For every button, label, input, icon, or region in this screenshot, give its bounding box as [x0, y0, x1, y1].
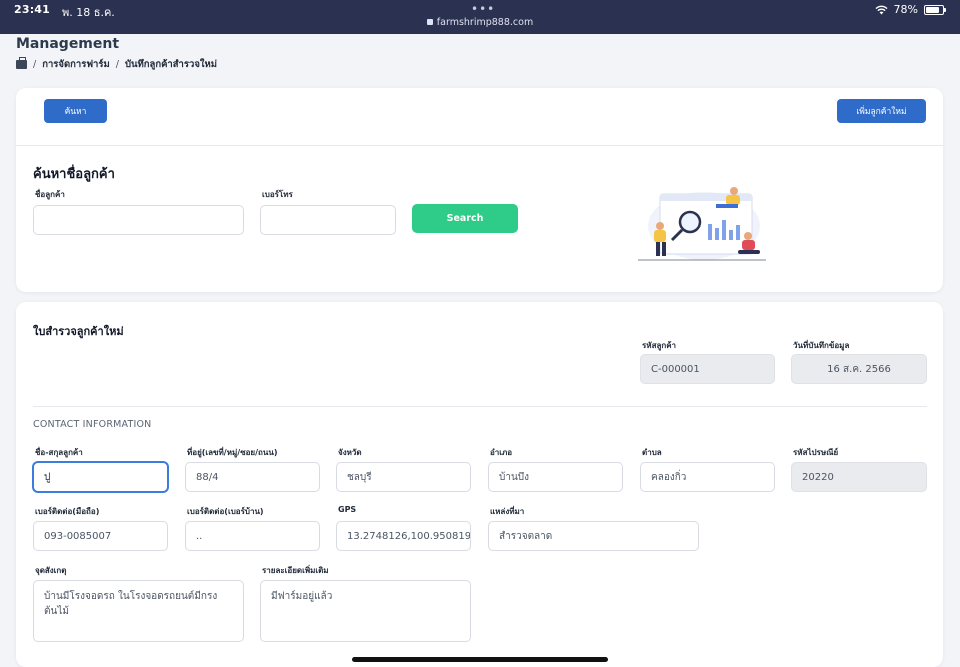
phone-label: เบอร์โทร — [262, 190, 293, 199]
gps-input[interactable]: 13.2748126,100.9508198 — [336, 521, 471, 551]
mobile-input[interactable]: 093-0085007 — [33, 521, 168, 551]
home-indicator[interactable] — [352, 657, 608, 662]
home-phone-label: เบอร์ติดต่อ(เบอร์บ้าน) — [187, 507, 264, 516]
search-button[interactable]: Search — [412, 204, 518, 233]
address-label: ที่อยู่(เลขที่/หมู่/ซอย/ถนน) — [187, 448, 278, 457]
gps-label: GPS — [338, 505, 357, 514]
subdistrict-label: ตำบล — [642, 448, 662, 457]
landmark-textarea[interactable]: บ้านมีโรงจอดรถ ในโรงจอดรถยนต์มีกรงต้นไม้ — [33, 580, 244, 642]
record-date-label: วันที่บันทึกข้อมูล — [793, 341, 850, 350]
district-input[interactable]: บ้านบึง — [488, 462, 623, 492]
divider — [33, 406, 927, 407]
mobile-label: เบอร์ติดต่อ(มือถือ) — [35, 507, 100, 516]
province-label: จังหวัด — [338, 448, 362, 457]
home-icon[interactable] — [16, 57, 27, 69]
subdistrict-input[interactable]: คลองกิ่ว — [640, 462, 775, 492]
source-input[interactable]: สำรวจตลาด — [488, 521, 699, 551]
contact-information-heading: CONTACT INFORMATION — [33, 419, 152, 430]
status-bar: 23:41 พ. 18 ธ.ค. ••• farmshrimp888.com 7… — [0, 0, 960, 34]
source-label: แหล่งที่มา — [490, 507, 525, 516]
form-title: ใบสำรวจลูกค้าใหม่ — [33, 325, 124, 338]
search-toggle-button[interactable]: ค้นหา — [44, 99, 107, 123]
notes-textarea[interactable]: มีฟาร์มอยู่แล้ว — [260, 580, 471, 642]
notes-label: รายละเอียดเพิ่มเติม — [262, 566, 329, 575]
status-time: 23:41 — [14, 3, 51, 16]
battery-icon — [924, 4, 946, 15]
district-label: อำเภอ — [490, 448, 513, 457]
wifi-icon — [875, 5, 888, 15]
customer-code-field: C-000001 — [640, 354, 775, 384]
search-card: ค้นหา เพิ่มลูกค้าใหม่ ค้นหาชื่อลูกค้า ชื… — [16, 88, 943, 292]
customer-fullname-input[interactable]: ปู — [33, 462, 168, 492]
breadcrumb-current: บันทึกลูกค้าสำรวจใหม่ — [124, 59, 218, 70]
postcode-label: รหัสไปรษณีย์ — [793, 448, 839, 457]
customer-name-label: ชื่อลูกค้า — [35, 190, 65, 199]
address-input[interactable]: 88/4 — [185, 462, 320, 492]
add-customer-button[interactable]: เพิ่มลูกค้าใหม่ — [837, 99, 926, 123]
home-phone-input[interactable]: .. — [185, 521, 320, 551]
customer-code-label: รหัสลูกค้า — [642, 341, 677, 350]
address-bar[interactable]: farmshrimp888.com — [0, 17, 960, 28]
battery-percent: 78% — [893, 3, 918, 16]
search-section-title: ค้นหาชื่อลูกค้า — [33, 167, 115, 182]
search-analytics-illustration — [638, 186, 766, 262]
more-dots-icon[interactable]: ••• — [471, 2, 495, 16]
phone-search-input[interactable] — [260, 205, 396, 235]
survey-form-card: ใบสำรวจลูกค้าใหม่ รหัสลูกค้า C-000001 วั… — [16, 302, 943, 667]
status-right: 78% — [875, 3, 946, 16]
page-title: Management — [16, 36, 120, 52]
province-input[interactable]: ชลบุรี — [336, 462, 471, 492]
breadcrumb: / การจัดการฟาร์ม / บันทึกลูกค้าสำรวจใหม่ — [16, 57, 217, 72]
lock-icon — [426, 19, 433, 25]
divider — [16, 145, 943, 146]
postcode-field: 20220 — [791, 462, 927, 492]
record-date-field: 16 ส.ค. 2566 — [791, 354, 927, 384]
customer-name-search-input[interactable] — [33, 205, 244, 235]
landmark-label: จุดสังเกตุ — [35, 566, 67, 575]
url-text: farmshrimp888.com — [436, 17, 534, 28]
breadcrumb-farm-management[interactable]: การจัดการฟาร์ม — [42, 57, 110, 72]
customer-fullname-label: ชื่อ-สกุลลูกค้า — [35, 448, 83, 457]
